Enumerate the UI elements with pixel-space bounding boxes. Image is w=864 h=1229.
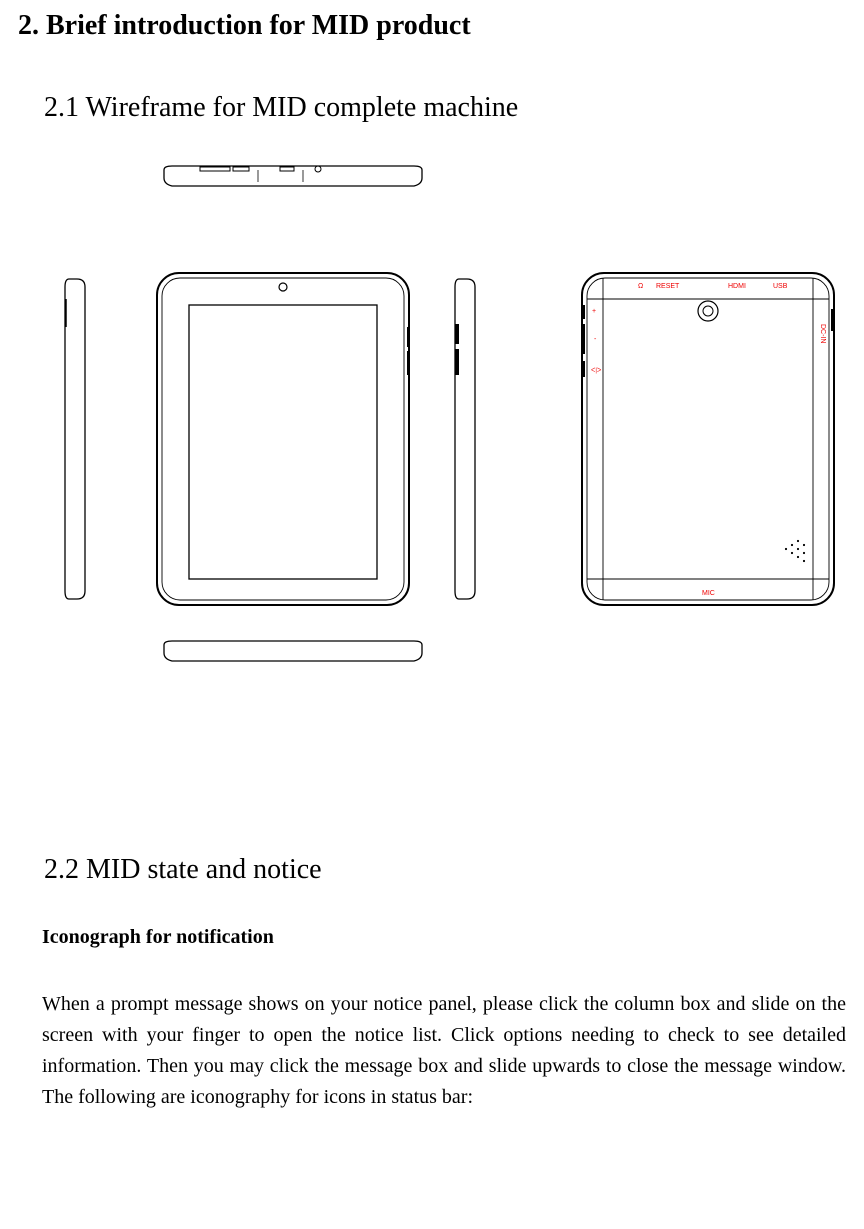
reset-label: RESET (656, 283, 680, 290)
top-view-outline (158, 164, 428, 190)
wireframe-diagram: Ω RESET HDMI USB DC-IN + - ᐸ|ᐳ MIC (48, 164, 828, 734)
front-view-outline (153, 269, 413, 609)
bottom-view-outline (158, 639, 428, 665)
section-heading: 2. Brief introduction for MID product (18, 10, 846, 42)
back-view-outline: Ω RESET HDMI USB DC-IN + - ᐸ|ᐳ MIC (578, 269, 838, 609)
plus-label: + (592, 308, 596, 315)
mic-label: MIC (702, 590, 715, 597)
right-side-outline (453, 269, 479, 609)
power-label: ᐸ|ᐳ (591, 368, 602, 374)
iconograph-heading: Iconograph for notification (42, 926, 846, 949)
left-side-outline (63, 269, 89, 609)
hdmi-label: HDMI (728, 283, 746, 290)
notification-paragraph: When a prompt message shows on your noti… (42, 989, 846, 1113)
headphone-label: Ω (638, 283, 643, 290)
usb-label: USB (773, 283, 788, 290)
subsection-heading-22: 2.2 MID state and notice (44, 854, 846, 886)
dcin-label: DC-IN (819, 324, 826, 343)
subsection-heading-21: 2.1 Wireframe for MID complete machine (44, 92, 846, 124)
